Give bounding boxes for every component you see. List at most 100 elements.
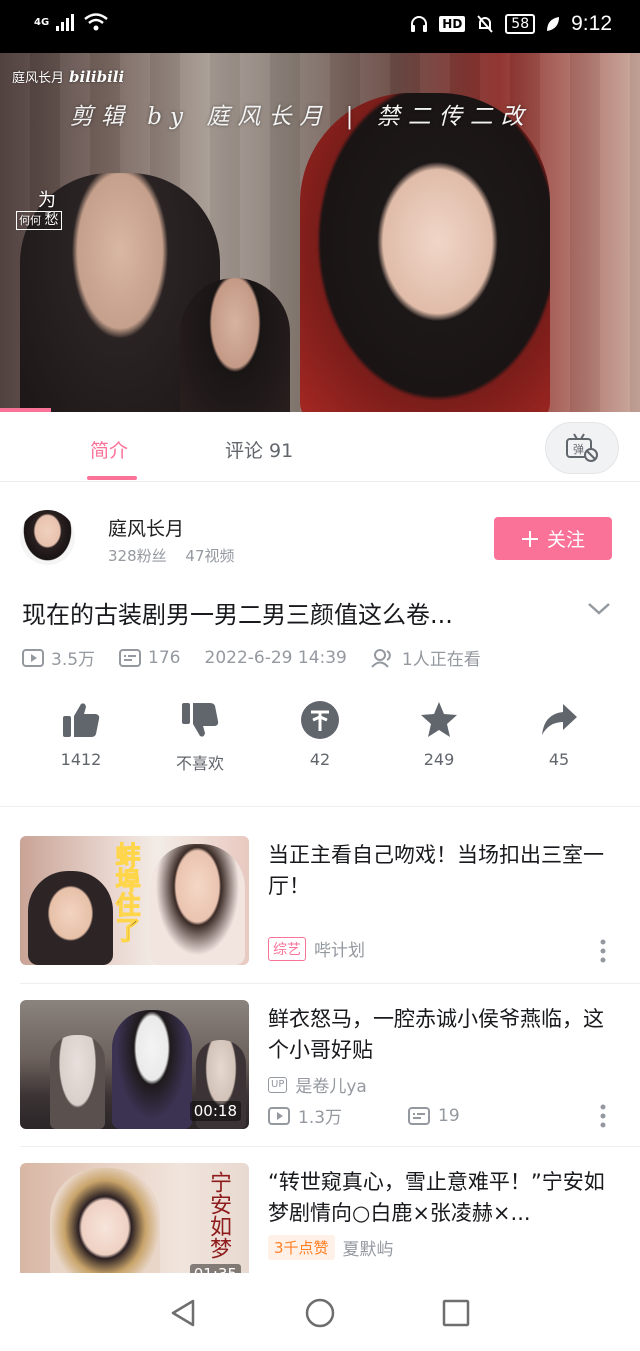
video-watermark-logo: 庭风长月 bilibili	[12, 67, 125, 87]
avatar[interactable]	[20, 510, 75, 565]
seal-right: 愁	[44, 212, 59, 228]
status-left: 4G	[34, 12, 109, 32]
share-button[interactable]: 45	[504, 700, 614, 769]
list-item[interactable]: 宁安如梦 01:35 “转世窥真心，雪止意难平！”宁安如梦剧情向○白鹿×张凌赫×…	[20, 1163, 620, 1273]
thumb-figure-b	[112, 1010, 192, 1129]
watermark-brand: bilibili	[69, 67, 125, 86]
tab-intro[interactable]: 简介	[90, 436, 128, 463]
coin-count: 42	[309, 750, 331, 769]
list-item[interactable]: 00:18 鲜衣怒马，一腔赤诚小侯爷燕临，这个小哥好贴 UP 是卷儿ya 1.3…	[20, 1000, 620, 1130]
rec-owner-line: UP 是卷儿ya	[268, 1072, 367, 1097]
recents-nav-icon[interactable]	[442, 1299, 470, 1327]
rec-meta: 综艺 哔计划	[268, 936, 365, 961]
video-meta: 3.5万 176 2022-6-29 14:39 1人正在看	[22, 645, 481, 670]
video-duration: 00:18	[189, 1101, 241, 1121]
favorite-button[interactable]: 249	[384, 700, 494, 769]
status-bar: 4G HD 58 9:12	[0, 0, 640, 53]
more-icon[interactable]	[600, 1104, 606, 1128]
plus-icon	[521, 530, 538, 547]
video-duration: 01:35	[189, 1264, 241, 1273]
share-count: 45	[548, 750, 570, 769]
chevron-down-icon[interactable]	[586, 600, 612, 618]
play-count-icon	[22, 648, 44, 667]
battery-indicator: 58	[505, 14, 536, 34]
uploader-videos: 47视频	[185, 547, 235, 565]
thumb-face-right	[150, 844, 245, 965]
section-divider	[0, 806, 640, 807]
uploader-stats: 328粉丝 47视频	[108, 545, 249, 566]
mute-bell-icon	[477, 15, 494, 33]
rec-stats: 1.3万 19	[268, 1103, 460, 1128]
video-player[interactable]: 庭风长月 bilibili 剪辑 by 庭风长月 | 禁二传二改 为 何何 愁	[0, 53, 640, 412]
thumb-figure-a	[50, 1035, 105, 1129]
thumb-face-left	[28, 871, 113, 965]
uploader-fans: 328粉丝	[108, 547, 167, 565]
tab-bar: 简介 评论 91 弹	[0, 412, 640, 482]
video-title: 现在的古装剧男一男二男三颜值这么卷...	[22, 601, 453, 629]
category-tag: 综艺	[268, 936, 306, 961]
tab-comments[interactable]: 评论 91	[225, 436, 293, 463]
rec-meta: 3千点赞 夏默屿	[268, 1235, 394, 1260]
like-count: 1412	[60, 750, 102, 769]
viewers-icon	[371, 648, 391, 668]
thumb-figure	[50, 1168, 160, 1273]
tab-indicator	[87, 476, 137, 480]
favorite-count: 249	[423, 750, 455, 769]
video-seal-text: 为 何何 愁	[16, 190, 62, 230]
seal-top: 为	[38, 190, 56, 211]
system-nav-bar	[0, 1273, 640, 1351]
danmaku-count-icon	[408, 1106, 431, 1125]
rec-views: 1.3万	[298, 1108, 343, 1128]
list-divider	[20, 1146, 640, 1147]
watermark-name: 庭风长月	[12, 71, 65, 86]
thumbs-down-icon	[182, 703, 219, 737]
rec-title: “转世窥真心，雪止意难平！”宁安如梦剧情向○白鹿×张凌赫×...	[268, 1170, 605, 1225]
rec-owner: 是卷儿ya	[295, 1077, 367, 1097]
view-count: 3.5万	[51, 650, 96, 670]
rec-danmaku: 19	[438, 1105, 460, 1126]
more-icon[interactable]	[600, 939, 606, 963]
danmaku-toggle-button[interactable]: 弹	[545, 422, 619, 474]
play-count-icon	[268, 1106, 290, 1125]
star-icon	[421, 702, 457, 737]
likes-tag: 3千点赞	[268, 1235, 335, 1260]
video-thumbnail[interactable]: 00:18	[20, 1000, 249, 1129]
seal-box: 何何 愁	[16, 211, 62, 230]
rec-owner: 夏默屿	[342, 1240, 394, 1260]
uploader-section: 庭风长月 328粉丝 47视频 关注	[20, 510, 620, 570]
like-button[interactable]: 1412	[26, 700, 136, 769]
clock: 9:12	[571, 12, 612, 35]
seal-mid: 何	[19, 214, 30, 227]
video-thumbnail[interactable]: 宁安如梦 01:35	[20, 1163, 249, 1273]
danmaku-off-icon: 弹	[566, 433, 598, 462]
video-figure-right	[300, 93, 550, 412]
dislike-label: 不喜欢	[175, 754, 224, 773]
network-type: 4G	[34, 16, 50, 28]
signal-icon	[56, 14, 75, 31]
publish-date: 2022-6-29 14:39	[204, 647, 347, 668]
status-right: HD 58 9:12	[409, 12, 612, 36]
list-divider	[20, 983, 640, 984]
danmaku-count: 176	[148, 647, 181, 668]
back-nav-icon[interactable]	[170, 1299, 196, 1327]
action-bar: 1412 不喜欢 42 249 45	[0, 700, 640, 790]
share-arrow-icon	[542, 704, 577, 735]
up-badge: UP	[268, 1076, 288, 1093]
danmaku-count-icon	[119, 648, 142, 667]
dislike-button[interactable]: 不喜欢	[145, 700, 255, 774]
coin-icon	[301, 701, 339, 739]
svg-text:弹: 弹	[573, 442, 584, 456]
follow-label: 关注	[546, 529, 585, 551]
rec-title: 当正主看自己吻戏！当场扣出三室一厅！	[268, 843, 604, 898]
video-figure-middle	[180, 278, 290, 412]
rec-owner: 哔计划	[314, 941, 365, 961]
thumb-overlay-text: 宁安如梦	[206, 1171, 231, 1259]
home-nav-icon[interactable]	[305, 1298, 335, 1328]
video-caption: 剪辑 by 庭风长月 | 禁二传二改	[70, 104, 532, 130]
list-item[interactable]: 蚌埠住了 当正主看自己吻戏！当场扣出三室一厅！ 综艺 哔计划	[20, 836, 620, 966]
follow-button[interactable]: 关注	[494, 517, 612, 560]
coin-button[interactable]: 42	[265, 700, 375, 769]
rec-title: 鲜衣怒马，一腔赤诚小侯爷燕临，这个小哥好贴	[268, 1007, 604, 1062]
video-thumbnail[interactable]: 蚌埠住了	[20, 836, 249, 965]
uploader-name[interactable]: 庭风长月	[108, 514, 184, 541]
